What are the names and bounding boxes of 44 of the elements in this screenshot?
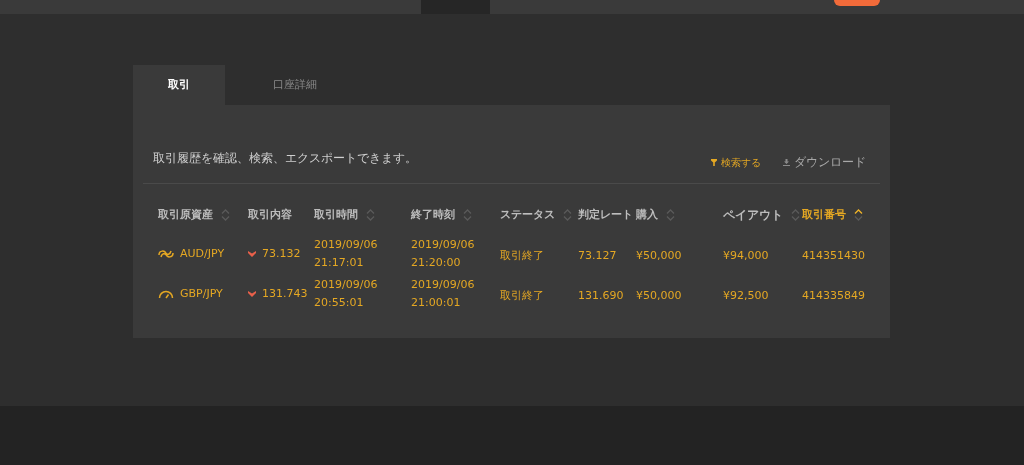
column-header[interactable]: 取引内容 <box>248 206 292 224</box>
column-header[interactable]: ステータス <box>500 206 555 224</box>
table-cell-text: 2019/09/06 <box>314 237 379 253</box>
tab[interactable]: 口座詳細 <box>249 65 341 105</box>
column-header[interactable]: 判定レート <box>578 206 633 224</box>
gauge-icon <box>158 289 174 299</box>
column-header[interactable]: 購入 <box>636 206 658 224</box>
table-cell: 取引終了 <box>500 249 544 262</box>
download-icon <box>783 158 790 166</box>
down-chevron-icon <box>248 291 256 297</box>
table-cell-text: AUD/JPY <box>180 246 225 262</box>
search-button[interactable]: 検索する <box>711 154 761 170</box>
table-cell: 131.690 <box>578 289 624 302</box>
table-cell-text: 21:17:01 <box>314 255 365 271</box>
table-cell: ¥50,000 <box>636 289 682 302</box>
column-header[interactable]: 終了時刻 <box>411 206 455 224</box>
table-cell-text: 20:55:01 <box>314 295 365 311</box>
table-cell-text: 21:20:00 <box>411 255 462 271</box>
column-header[interactable]: 取引原資産 <box>158 206 213 224</box>
header-button[interactable] <box>834 0 880 6</box>
table-cell-text: 2019/09/06 <box>411 277 476 293</box>
table-cell-text: 21:00:01 <box>411 295 462 311</box>
down-chevron-icon <box>248 251 256 257</box>
table-cell: 414351430 <box>802 249 865 262</box>
table-cell-text: GBP/JPY <box>180 286 223 302</box>
table-cell-text: 131.743 <box>262 286 308 302</box>
table-cell-text: 2019/09/06 <box>314 277 379 293</box>
tab[interactable]: 取引 <box>133 65 225 105</box>
description-text: 取引履歴を確認、検索、エクスポートできます。 <box>153 150 418 167</box>
table-cell: 414335849 <box>802 289 865 302</box>
table-cell: ¥50,000 <box>636 249 682 262</box>
table-cell: ¥94,000 <box>723 249 769 262</box>
coil-icon <box>158 249 174 259</box>
column-header[interactable]: 取引番号 <box>802 206 846 224</box>
filter-icon <box>711 158 717 166</box>
column-header[interactable]: 取引時間 <box>314 206 358 224</box>
table-cell-text: 73.132 <box>262 246 301 262</box>
table-cell: 73.127 <box>578 249 617 262</box>
table-cell: ¥92,500 <box>723 289 769 302</box>
download-button[interactable]: ダウンロード <box>783 153 866 171</box>
column-header[interactable]: ペイアウト <box>723 206 783 224</box>
table-cell-text: 2019/09/06 <box>411 237 476 253</box>
sort-icon[interactable] <box>854 209 863 221</box>
table-cell: 取引終了 <box>500 289 544 302</box>
